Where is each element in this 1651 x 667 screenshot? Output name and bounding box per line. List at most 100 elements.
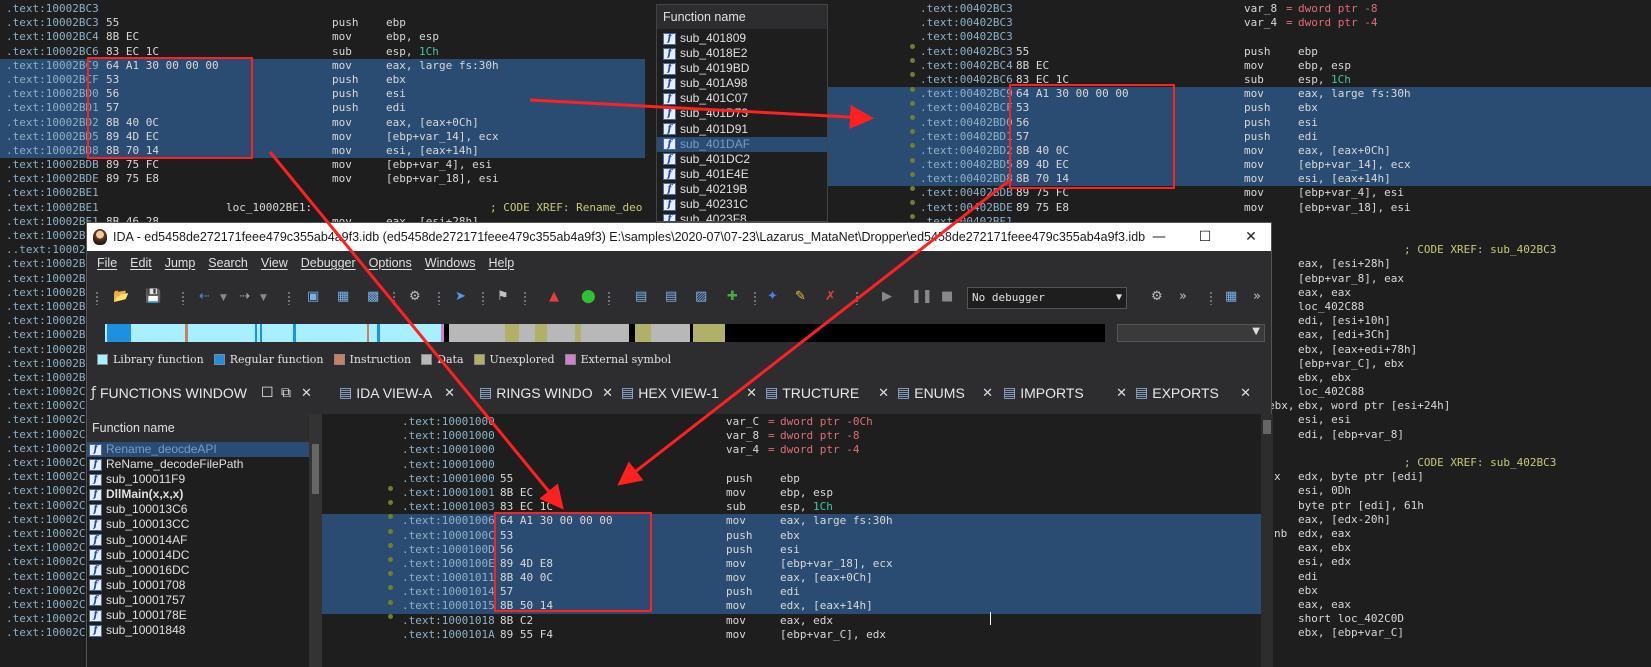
pause-icon[interactable]: ❚❚ <box>911 289 933 304</box>
disasm-line[interactable]: .text:10002BC9 64 A1 30 00 00 00 mov eax, l… <box>0 58 645 73</box>
functions-window[interactable]: Function name f Rename_deocdeAPI f ReName_d… <box>87 414 322 667</box>
code-icon[interactable]: ▤ <box>635 289 647 304</box>
nav-band-dropdown[interactable]: ▼ <box>1117 324 1265 342</box>
tab-imports[interactable]: ▤ IMPORTS ✕ <box>1001 372 1129 414</box>
disasm-line[interactable]: .text:10001000 var_4 = dword ptr -4 <box>322 443 1273 457</box>
disasm-line[interactable]: .text:1000101A 89 55 F4 mov [ebp+var_C], ed… <box>322 628 1273 642</box>
function-list-item[interactable]: f sub_401A98 <box>657 76 827 91</box>
disasm-line[interactable]: .text:10002BD8 8B 70 14 mov esi, [eax+14h] <box>0 143 645 159</box>
disasm-line[interactable]: .text:00402BDB 89 75 FC mov [ebp+var_4], es… <box>828 186 1651 200</box>
function-list-item[interactable]: f sub_4023F8 <box>657 212 827 221</box>
disasm-line[interactable]: .text:10001006 64 A1 30 00 00 00 mov eax, l… <box>322 514 1273 529</box>
back-dropdown-icon[interactable]: ▼ <box>220 293 227 303</box>
function-list-item[interactable]: f sub_40231C <box>657 197 827 212</box>
tab-exports[interactable]: ▤ EXPORTS ✕ <box>1133 372 1253 414</box>
forward-arrow-icon[interactable]: ⇢ <box>239 289 250 304</box>
disasm-line[interactable]: .text:10002BD2 8B 40 0C mov eax, [eax+0Ch] <box>0 115 645 130</box>
add-enum-icon[interactable]: ▩ <box>367 289 379 304</box>
disasm-line[interactable]: .text:00402BDE 89 75 E8 mov [ebp+var_18], e… <box>828 201 1651 215</box>
disasm-line[interactable]: .text:00402BD2 8B 40 0C mov eax, [eax+0Ch] <box>828 143 1651 159</box>
disasm-line[interactable]: .text:10001003 83 EC 1C sub esp, 1Ch <box>322 500 1273 514</box>
disasm-line[interactable]: .text:10002BD0 56 push esi <box>0 87 645 102</box>
disasm-line[interactable]: .text:00402BC3 55 push ebp <box>828 45 1651 59</box>
navigation-band[interactable]: ▼ <box>87 322 1271 346</box>
function-list-item[interactable]: f sub_10001848 <box>87 623 322 638</box>
disasm-line[interactable]: .text:1000100E 89 4D E8 mov [ebp+var_18], e… <box>322 556 1273 572</box>
minimize-icon[interactable]: — <box>1137 223 1181 251</box>
ascii-icon[interactable]: ▨ <box>695 289 707 304</box>
functions-scrollbar[interactable] <box>309 414 322 667</box>
tab-functions-window[interactable]: ƒ FUNCTIONS WINDOW ☐ ⧉ ✕ <box>87 372 312 414</box>
nav-band-bar[interactable] <box>105 324 1105 342</box>
function-list-item[interactable]: f sub_401DC2 <box>657 152 827 167</box>
close-tab-icon[interactable]: ✕ <box>746 385 757 401</box>
maximize-icon[interactable]: ☐ <box>1183 223 1227 251</box>
edit-icon[interactable]: ✎ <box>795 289 806 304</box>
debugger-options-icon[interactable]: ⚙ <box>1151 289 1163 304</box>
menu-jump[interactable]: Jump <box>165 256 196 270</box>
settings-icon[interactable]: ▦ <box>1225 289 1237 304</box>
mark-icon[interactable]: ▲ <box>549 289 559 304</box>
search-binary-icon[interactable]: ⚑ <box>497 289 509 304</box>
disasm-line[interactable]: .text:00402BD5 89 4D EC mov [ebp+var_14], e… <box>828 158 1651 173</box>
menu-debugger[interactable]: Debugger <box>301 256 356 270</box>
ida-view-scrollbar[interactable] <box>1261 414 1273 667</box>
menu-edit[interactable]: Edit <box>130 256 152 270</box>
function-list-item[interactable]: f sub_100013C6 <box>87 502 322 517</box>
close-tab-icon[interactable]: ✕ <box>982 385 993 401</box>
function-list-item[interactable]: f sub_401C07 <box>657 91 827 106</box>
function-list-item[interactable]: f sub_401809 <box>657 31 827 46</box>
menu-file[interactable]: File <box>97 256 117 270</box>
data-icon[interactable]: ▤ <box>665 289 677 304</box>
disasm-line[interactable]: .text:10001000 var_C = dword ptr -0Ch <box>322 415 1273 429</box>
disasm-line[interactable]: .text:10002BC3 55 push ebp <box>0 16 645 30</box>
menu-windows[interactable]: Windows <box>425 256 476 270</box>
function-list-item[interactable]: f sub_401D73 <box>657 106 827 121</box>
ida-title-bar[interactable]: IDA - ed5458de272171feee479c355ab4a9f3.i… <box>87 223 1271 251</box>
more-icon[interactable]: » <box>1179 289 1187 304</box>
disasm-line[interactable]: .text:00402BD1 57 push edi <box>828 129 1651 144</box>
disasm-line[interactable]: .text:1000100D 56 push esi <box>322 542 1273 557</box>
disasm-line[interactable]: .text:10001000 55 push ebp <box>322 472 1273 486</box>
add-segment-icon[interactable]: ▣ <box>307 289 319 304</box>
disasm-line[interactable]: .text:10002BE1 <box>0 186 645 200</box>
disasm-line[interactable]: .text:10002BC6 83 EC 1C sub esp, 1Ch <box>0 45 645 59</box>
play-icon[interactable]: ▶ <box>882 289 892 304</box>
disasm-line[interactable]: .text:10001018 8B C2 mov eax, edx <box>322 614 1273 628</box>
save-icon[interactable]: 💾 <box>145 289 161 304</box>
disasm-line[interactable]: .text:10002BD1 57 push edi <box>0 101 645 116</box>
disasm-line[interactable]: .text:10002BDE 89 75 E8 mov [ebp+var_18], e… <box>0 172 645 186</box>
disasm-line[interactable]: .text:10002BC3 <box>0 2 645 16</box>
menu-options[interactable]: Options <box>369 256 412 270</box>
function-list-item[interactable]: f sub_401D91 <box>657 122 827 137</box>
disasm-line[interactable]: .text:10001001 8B EC mov ebp, esp <box>322 486 1273 500</box>
disasm-line[interactable]: .text:10001014 57 push edi <box>322 585 1273 600</box>
function-list-item[interactable]: f sub_40219B <box>657 182 827 197</box>
disasm-line[interactable]: .text:10002BD5 89 4D EC mov [ebp+var_14], e… <box>0 129 645 144</box>
search-text-icon[interactable]: ⚙ <box>409 289 421 304</box>
disasm-line[interactable]: .text:00402BD8 8B 70 14 mov esi, [eax+14h] <box>828 172 1651 187</box>
close-tab-icon[interactable]: ✕ <box>1240 385 1251 401</box>
disasm-line[interactable]: .text:00402BD0 56 push esi <box>828 115 1651 130</box>
disasm-line[interactable]: .text:1000100C 53 push ebx <box>322 528 1273 543</box>
disasm-line[interactable]: .text:00402BCF 53 push ebx <box>828 101 1651 116</box>
disasm-line[interactable]: .text:10001000 <box>322 458 1273 472</box>
restore-icon[interactable]: ⧉ <box>281 385 291 401</box>
function-list-popup[interactable]: Function name f sub_401809 f sub_4018E2 f sub… <box>656 4 828 222</box>
tab-enums[interactable]: ▤ ENUMS ✕ <box>895 372 995 414</box>
disasm-line[interactable]: .text:00402BC4 8B EC mov ebp, esp <box>828 59 1651 73</box>
function-list-item[interactable]: f Rename_deocdeAPI <box>87 442 322 458</box>
disasm-line[interactable]: .text:00402BC6 83 EC 1C sub esp, 1Ch <box>828 73 1651 87</box>
function-list-item[interactable]: f DllMain(x,x,x) <box>87 487 322 502</box>
disasm-line[interactable]: .text:10002BDB 89 75 FC mov [ebp+var_4], es… <box>0 158 645 172</box>
float-icon[interactable]: ☐ <box>261 385 274 401</box>
stop-icon[interactable]: ■ <box>941 289 953 304</box>
disasm-line[interactable]: .text:10001011 8B 40 0C mov eax, [eax+0Ch] <box>322 571 1273 586</box>
back-arrow-icon[interactable]: ⇠ <box>199 289 210 304</box>
disasm-line[interactable]: .text:00402BC9 64 A1 30 00 00 00 mov eax, l… <box>828 87 1651 102</box>
disasm-line[interactable]: .text:10002BCF 53 push ebx <box>0 72 645 88</box>
close-tab-icon[interactable]: ✕ <box>301 385 312 401</box>
disasm-line[interactable]: .text:00402BC3 var_4 = dword ptr -4 <box>828 16 1651 30</box>
delete-icon[interactable]: ✗ <box>825 289 836 304</box>
disasm-line[interactable]: .text:00402BC3 var_8 = dword ptr -8 <box>828 2 1651 16</box>
